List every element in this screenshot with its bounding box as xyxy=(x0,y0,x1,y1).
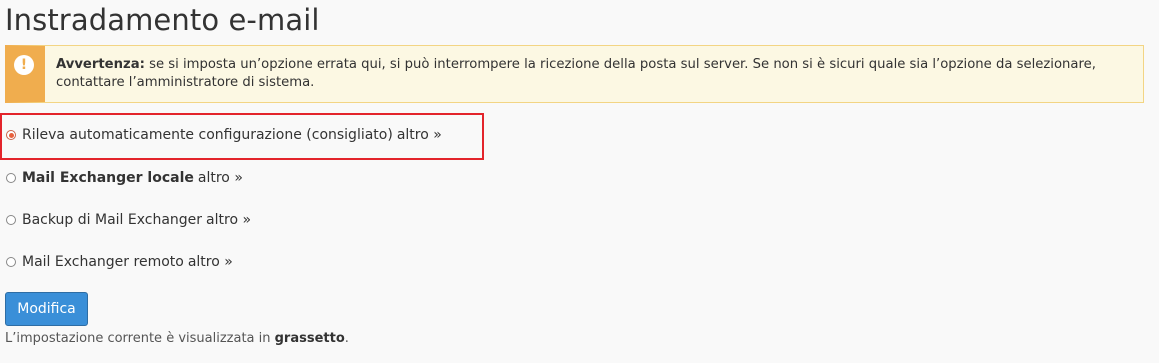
radio-backup-mail-exchanger[interactable] xyxy=(6,215,16,225)
radio-remote-mail-exchanger[interactable] xyxy=(6,257,16,267)
option-label: Mail Exchanger remoto xyxy=(22,254,184,270)
footnote-bold: grassetto xyxy=(274,331,345,346)
radio-auto-detect[interactable] xyxy=(6,130,16,140)
email-routing-page: Instradamento e-mail ! Avvertenza: se si… xyxy=(0,0,1159,363)
radio-local-mail-exchanger[interactable] xyxy=(6,173,16,183)
footnote-prefix: L’impostazione corrente è visualizzata i… xyxy=(5,331,275,346)
warning-message: se si imposta un’opzione errata qui, si … xyxy=(56,57,1096,90)
option-backup-mail-exchanger[interactable]: Backup di Mail Exchanger altro » xyxy=(6,210,251,230)
page-title: Instradamento e-mail xyxy=(5,3,320,37)
option-label: Mail Exchanger locale xyxy=(22,170,194,186)
option-local-mail-exchanger[interactable]: Mail Exchanger locale altro » xyxy=(6,168,243,188)
option-auto-detect[interactable]: Rileva automaticamente configurazione (c… xyxy=(6,125,442,145)
change-button[interactable]: Modifica xyxy=(5,292,88,326)
warning-text: Avvertenza: se si imposta un’opzione err… xyxy=(56,56,1133,92)
more-link[interactable]: altro » xyxy=(188,254,233,270)
current-setting-note: L’impostazione corrente è visualizzata i… xyxy=(5,331,349,346)
more-link[interactable]: altro » xyxy=(206,212,251,228)
warning-alert: ! Avvertenza: se si imposta un’opzione e… xyxy=(5,45,1144,103)
more-link[interactable]: altro » xyxy=(198,170,243,186)
more-link[interactable]: altro » xyxy=(397,127,442,143)
option-label: Backup di Mail Exchanger xyxy=(22,212,203,228)
warning-label: Avvertenza: xyxy=(56,57,145,72)
option-label: Rileva automaticamente configurazione (c… xyxy=(22,127,393,143)
footnote-suffix: . xyxy=(344,331,349,346)
exclamation-icon: ! xyxy=(14,55,34,75)
option-remote-mail-exchanger[interactable]: Mail Exchanger remoto altro » xyxy=(6,252,233,272)
